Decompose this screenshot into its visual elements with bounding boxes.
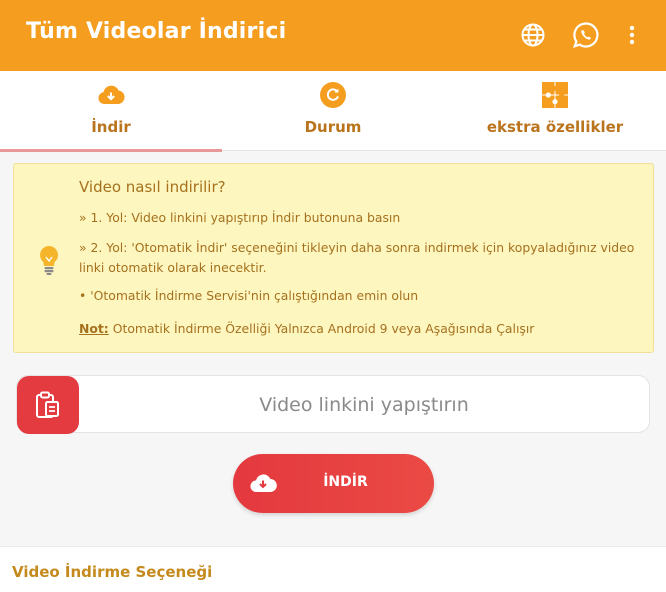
globe-icon[interactable] bbox=[519, 21, 547, 49]
tab-bar: İndir Durum ekstra özellikler bbox=[0, 71, 666, 152]
clipboard-paste-icon bbox=[36, 391, 59, 418]
video-link-box bbox=[16, 375, 650, 434]
download-options-title: Video İndirme Seçeneği bbox=[12, 563, 213, 581]
more-vert-icon[interactable] bbox=[620, 21, 644, 49]
download-button[interactable]: İNDİR bbox=[233, 454, 434, 513]
paste-button[interactable] bbox=[17, 376, 79, 434]
download-options-section: Video İndirme Seçeneği bbox=[0, 546, 666, 592]
tab-durum[interactable]: Durum bbox=[222, 71, 444, 151]
info-android-note: Not: Otomatik İndirme Özelliği Yalnızca … bbox=[79, 319, 639, 339]
app-bar: Tüm Videolar İndirici bbox=[0, 0, 666, 71]
tab-durum-label: Durum bbox=[304, 118, 362, 136]
refresh-circle-icon bbox=[318, 80, 348, 110]
note-label: Not: bbox=[79, 321, 109, 336]
note-text: Otomatik İndirme Özelliği Yalnızca Andro… bbox=[108, 321, 535, 336]
cloud-download-icon bbox=[96, 80, 126, 110]
whatsapp-icon[interactable] bbox=[572, 21, 600, 49]
lightbulb-icon bbox=[36, 244, 62, 276]
info-service-note: • 'Otomatik İndirme Servisi'nin çalıştığ… bbox=[79, 288, 419, 303]
puzzle-icon bbox=[540, 80, 570, 110]
tab-ekstra-label: ekstra özellikler bbox=[486, 118, 624, 136]
info-step-1: » 1. Yol: Video linkini yapıştırıp İndir… bbox=[79, 210, 401, 225]
info-title: Video nasıl indirilir? bbox=[79, 178, 226, 196]
app-title: Tüm Videolar İndirici bbox=[26, 19, 287, 44]
tab-ekstra[interactable]: ekstra özellikler bbox=[444, 71, 666, 151]
how-to-info-box: Video nasıl indirilir? » 1. Yol: Video l… bbox=[13, 163, 654, 353]
download-button-label: İNDİR bbox=[323, 474, 368, 490]
video-link-input[interactable] bbox=[79, 376, 649, 434]
tab-indir-label: İndir bbox=[91, 118, 131, 136]
info-step-2: » 2. Yol: 'Otomatik İndir' seçeneğini ti… bbox=[79, 240, 635, 275]
tab-indir[interactable]: İndir bbox=[0, 71, 222, 152]
active-tab-indicator bbox=[0, 149, 222, 152]
